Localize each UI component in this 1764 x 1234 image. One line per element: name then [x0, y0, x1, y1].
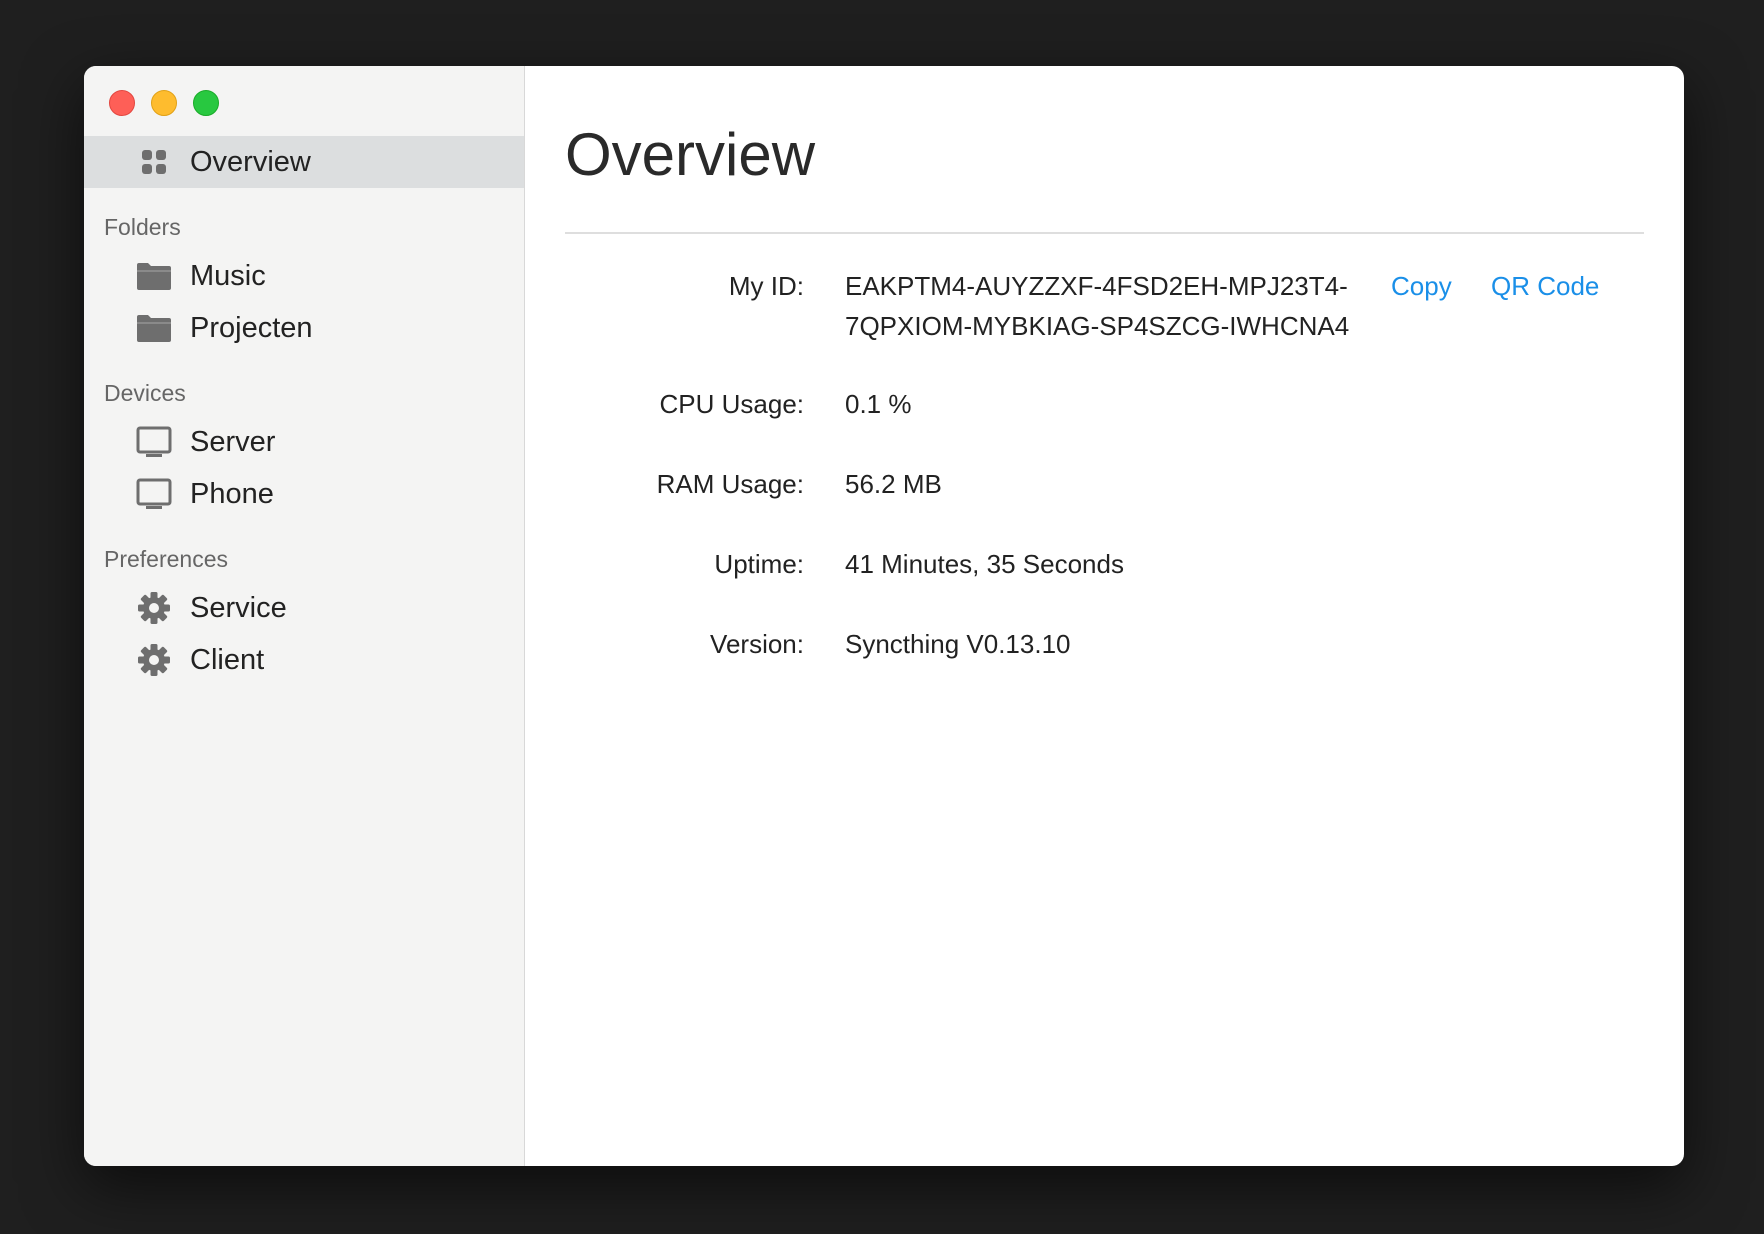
- copy-button[interactable]: Copy: [1391, 266, 1452, 306]
- sidebar: Overview Folders Music Projecten Devices: [84, 66, 525, 1166]
- window-controls: [109, 90, 219, 116]
- section-label-preferences: Preferences: [104, 546, 229, 572]
- info-row-cpu: CPU Usage: 0.1 %: [565, 384, 1644, 424]
- page-title: Overview: [565, 121, 816, 188]
- sidebar-item-label: Service: [190, 591, 287, 624]
- info-label: CPU Usage:: [659, 389, 805, 419]
- section-label-devices: Devices: [104, 380, 186, 406]
- app-window: Overview Folders Music Projecten Devices: [84, 66, 1684, 1166]
- device-id-value: EAKPTM4-AUYZZXF-4FSD2EH-MPJ23T4- 7QPXIOM…: [845, 266, 1349, 346]
- ram-usage-value: 56.2 MB: [845, 469, 942, 499]
- sidebar-item-service[interactable]: Service: [84, 582, 524, 634]
- section-label-folders: Folders: [104, 214, 181, 240]
- close-window-button[interactable]: [109, 90, 135, 116]
- uptime-value: 41 Minutes, 35 Seconds: [845, 549, 1124, 579]
- grid-icon: [134, 142, 174, 182]
- sidebar-item-phone[interactable]: Phone: [84, 468, 524, 520]
- monitor-icon: [134, 474, 174, 514]
- sidebar-item-label: Projecten: [190, 311, 313, 344]
- device-id-line: 7QPXIOM-MYBKIAG-SP4SZCG-IWHCNA4: [845, 311, 1350, 341]
- gear-icon: [134, 588, 174, 628]
- device-id-line: EAKPTM4-AUYZZXF-4FSD2EH-MPJ23T4-: [845, 271, 1348, 301]
- monitor-icon: [134, 422, 174, 462]
- sidebar-item-label: Client: [190, 643, 265, 676]
- info-label: Uptime:: [714, 549, 804, 579]
- sidebar-item-music[interactable]: Music: [84, 250, 524, 302]
- info-row-ram: RAM Usage: 56.2 MB: [565, 464, 1644, 504]
- folder-icon: [134, 308, 174, 348]
- divider: [565, 232, 1644, 234]
- minimize-window-button[interactable]: [151, 90, 177, 116]
- version-value: Syncthing V0.13.10: [845, 629, 1071, 659]
- info-row-version: Version: Syncthing V0.13.10: [565, 624, 1644, 664]
- info-row-uptime: Uptime: 41 Minutes, 35 Seconds: [565, 544, 1644, 584]
- main-content: Overview My ID: EAKPTM4-AUYZZXF-4FSD2EH-…: [525, 66, 1684, 1166]
- gear-icon: [134, 640, 174, 680]
- info-label: RAM Usage:: [656, 469, 804, 499]
- maximize-window-button[interactable]: [193, 90, 219, 116]
- sidebar-item-label: Phone: [190, 477, 274, 510]
- sidebar-item-label: Music: [190, 259, 266, 292]
- info-label: Version:: [710, 629, 804, 659]
- sidebar-item-overview[interactable]: Overview: [84, 136, 524, 188]
- sidebar-item-server[interactable]: Server: [84, 416, 524, 468]
- sidebar-item-projecten[interactable]: Projecten: [84, 302, 524, 354]
- info-label: My ID:: [728, 271, 804, 301]
- qr-code-button[interactable]: QR Code: [1491, 266, 1599, 306]
- info-row-my-id: My ID: EAKPTM4-AUYZZXF-4FSD2EH-MPJ23T4- …: [565, 266, 1644, 366]
- folder-icon: [134, 256, 174, 296]
- cpu-usage-value: 0.1 %: [845, 389, 912, 419]
- sidebar-item-label: Server: [190, 425, 276, 458]
- sidebar-item-label: Overview: [190, 145, 311, 178]
- sidebar-item-client[interactable]: Client: [84, 634, 524, 686]
